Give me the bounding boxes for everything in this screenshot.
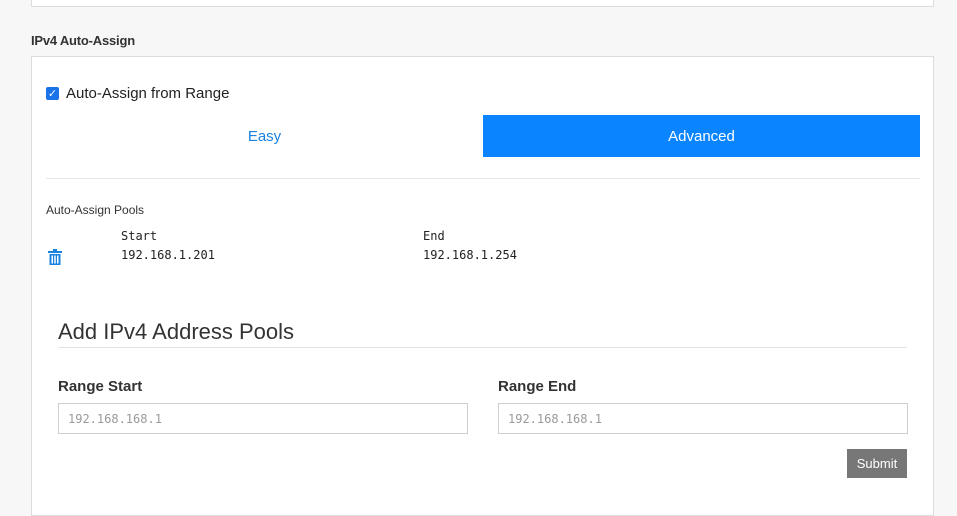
previous-section-card: [31, 0, 934, 7]
range-start-label: Range Start: [58, 378, 143, 395]
mode-tabs: Easy Advanced: [46, 115, 920, 157]
pool-end-value: 192.168.1.254: [423, 248, 517, 262]
pool-start-value: 192.168.1.201: [121, 248, 215, 262]
submit-button[interactable]: Submit: [847, 449, 907, 478]
range-end-input[interactable]: [498, 403, 908, 434]
auto-assign-card: ✓ Auto-Assign from Range Easy Advanced A…: [31, 56, 934, 516]
column-header-end: End: [423, 229, 445, 243]
range-end-label: Range End: [498, 378, 577, 395]
section-title: IPv4 Auto-Assign: [31, 33, 135, 48]
auto-assign-checkbox-row[interactable]: ✓ Auto-Assign from Range: [46, 85, 229, 102]
tab-easy[interactable]: Easy: [46, 115, 483, 157]
trash-icon[interactable]: [48, 249, 62, 265]
add-pool-divider: [58, 347, 907, 348]
auto-assign-checkbox[interactable]: ✓: [46, 87, 59, 100]
divider: [46, 178, 920, 179]
column-header-start: Start: [121, 229, 158, 243]
auto-assign-checkbox-label[interactable]: Auto-Assign from Range: [66, 85, 229, 102]
check-icon: ✓: [47, 87, 58, 100]
add-pool-title: Add IPv4 Address Pools: [58, 319, 295, 344]
tab-advanced[interactable]: Advanced: [483, 115, 920, 157]
pools-heading: Auto-Assign Pools: [46, 203, 145, 217]
range-start-input[interactable]: [58, 403, 468, 434]
